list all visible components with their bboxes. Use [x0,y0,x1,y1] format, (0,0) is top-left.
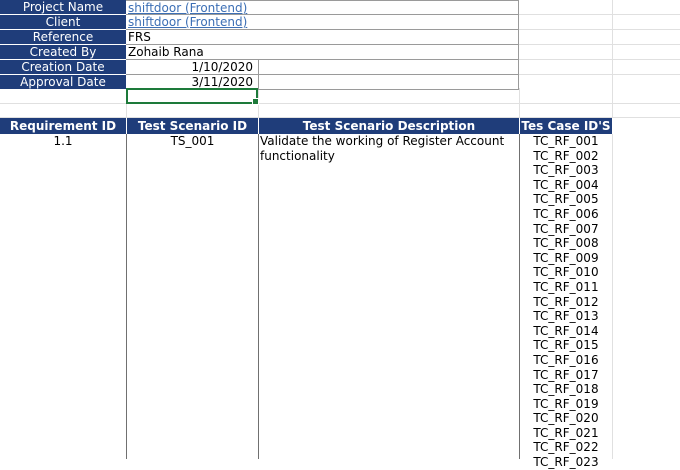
requirement-id-cell[interactable]: 1.1 [0,134,126,149]
gridline [519,59,680,60]
test-case-id-cell[interactable]: TC_RF_015 [519,338,613,353]
gridline [519,29,680,30]
test-case-id-cell[interactable]: TC_RF_012 [519,295,613,310]
test-case-id-list: TC_RF_001 TC_RF_002 TC_RF_003 TC_RF_004 TC_R… [519,134,613,470]
fill-handle[interactable] [252,98,259,105]
selected-cell[interactable] [126,88,259,105]
client-value[interactable]: shiftdoor (Frontend) [126,15,519,30]
creation-date-label[interactable]: Creation Date [0,60,126,75]
cell-divider [258,60,259,75]
test-case-id-cell[interactable]: TC_RF_021 [519,426,613,441]
test-case-id-cell[interactable]: TC_RF_019 [519,397,613,412]
test-case-id-cell[interactable]: TC_RF_022 [519,440,613,455]
creation-date-cell[interactable]: 1/10/2020 [126,60,519,75]
test-case-id-cell[interactable]: TC_RF_002 [519,149,613,164]
test-case-id-cell[interactable]: TC_RF_004 [519,178,613,193]
created-by-row: Created By Zohaib Rana [0,45,519,60]
creation-date-value: 1/10/2020 [191,60,253,74]
gridline [0,103,680,104]
test-case-id-cell[interactable]: TC_RF_018 [519,382,613,397]
test-case-id-cell[interactable]: TC_RF_007 [519,222,613,237]
gridline [519,88,520,118]
test-case-id-cell[interactable]: TC_RF_014 [519,324,613,339]
test-case-id-cell[interactable]: TC_RF_006 [519,207,613,222]
test-case-id-cell[interactable]: TC_RF_009 [519,251,613,266]
test-case-id-cell[interactable]: TC_RF_020 [519,411,613,426]
test-scenario-description-cell[interactable]: Validate the working of Register Account… [260,134,518,163]
creation-date-row: Creation Date 1/10/2020 [0,60,519,75]
test-case-id-cell[interactable]: TC_RF_010 [519,265,613,280]
spreadsheet-grid: Project Name shiftdoor (Frontend) Client… [0,0,680,469]
gridline [519,74,680,75]
client-label[interactable]: Client [0,15,126,30]
reference-document-row: Reference Document FRS [0,30,519,59]
project-name-value[interactable]: shiftdoor (Frontend) [126,0,519,15]
header-test-case-ids[interactable]: Tes Case ID'S [520,118,612,134]
cell-divider [258,75,259,90]
approval-date-label[interactable]: Approval Date [0,75,126,90]
header-test-scenario-id[interactable]: Test Scenario ID [127,118,258,134]
test-case-id-cell[interactable]: TC_RF_008 [519,236,613,251]
test-case-id-cell[interactable]: TC_RF_003 [519,163,613,178]
reference-document-label[interactable]: Reference Document [0,30,126,59]
test-scenario-id-cell[interactable]: TS_001 [127,134,258,149]
column-border [258,134,259,459]
test-case-id-cell[interactable]: TC_RF_005 [519,192,613,207]
test-case-id-cell[interactable]: TC_RF_016 [519,353,613,368]
gridline [519,44,680,45]
client-row: Client shiftdoor (Frontend) [0,15,519,30]
header-requirement-id[interactable]: Requirement ID [0,118,126,134]
project-name-label[interactable]: Project Name [0,0,126,15]
test-case-id-cell[interactable]: TC_RF_017 [519,368,613,383]
test-case-id-cell[interactable]: TC_RF_001 [519,134,613,149]
created-by-label[interactable]: Created By [0,45,126,60]
test-case-id-cell[interactable]: TC_RF_023 [519,455,613,470]
header-test-scenario-description[interactable]: Test Scenario Description [259,118,519,134]
gridline [519,14,680,15]
description-line: functionality [260,148,335,163]
description-line: Validate the working of Register Account [260,134,505,148]
column-border [126,134,127,459]
test-case-id-cell[interactable]: TC_RF_011 [519,280,613,295]
reference-document-value[interactable]: FRS [126,30,519,45]
approval-date-row: Approval Date 3/11/2020 [0,75,519,90]
test-case-id-cell[interactable]: TC_RF_013 [519,309,613,324]
project-name-row: Project Name shiftdoor (Frontend) [0,0,519,15]
approval-date-value: 3/11/2020 [191,75,253,89]
created-by-value[interactable]: Zohaib Rana [126,45,519,60]
